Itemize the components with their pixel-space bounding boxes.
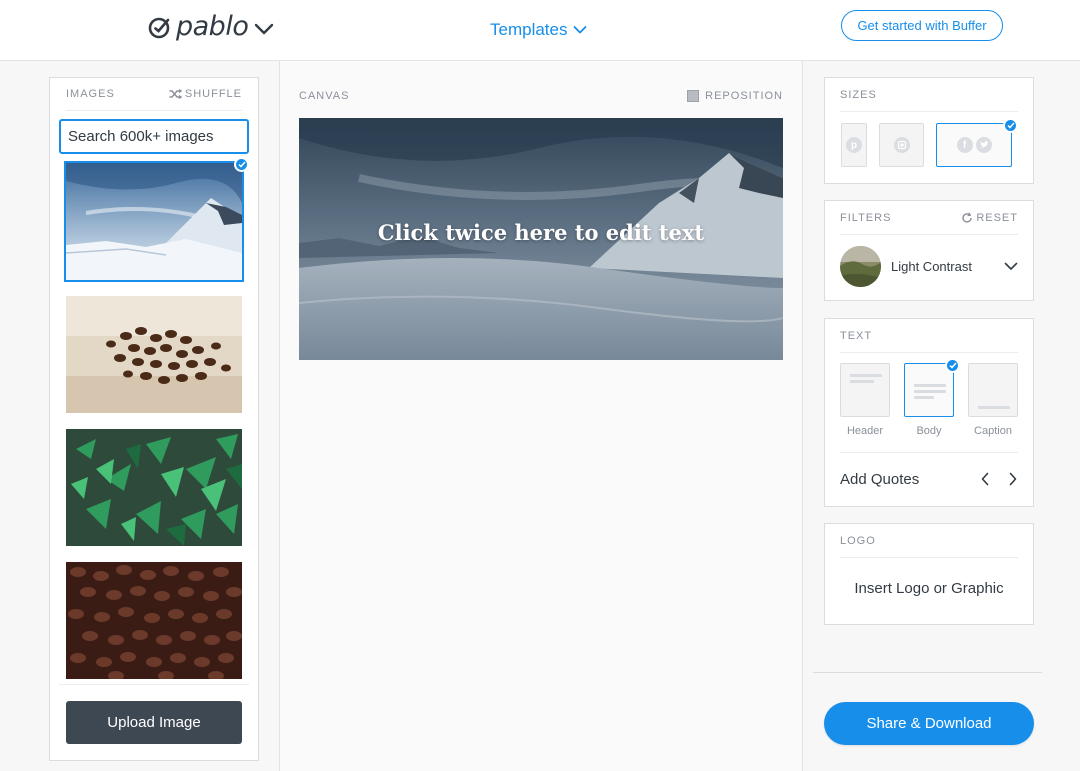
- selected-filter-name: Light Contrast: [891, 258, 972, 274]
- selected-check-icon: [234, 157, 249, 172]
- chevron-down-icon[interactable]: [254, 22, 274, 36]
- sizes-card: SIZES p f: [824, 77, 1034, 184]
- text-option-caption[interactable]: [968, 363, 1018, 417]
- reposition-button[interactable]: REPOSITION: [687, 90, 783, 102]
- image-search-input[interactable]: [68, 128, 267, 145]
- shuffle-icon: [169, 89, 182, 99]
- size-option-facebook-twitter[interactable]: f: [936, 123, 1012, 167]
- twitter-icon: [975, 137, 992, 153]
- images-panel: IMAGES SHUFFLE Search 600k+ images Uploa…: [49, 77, 267, 761]
- image-search-box: [59, 119, 267, 154]
- chevron-down-icon: [1004, 262, 1018, 270]
- filter-preview-thumbnail: [840, 245, 881, 287]
- pablo-logo-icon: [148, 17, 170, 39]
- reposition-label: REPOSITION: [705, 90, 783, 102]
- size-option-pinterest[interactable]: p: [841, 123, 867, 167]
- sizes-header: SIZES: [840, 78, 1018, 112]
- text-option-header-label: Header: [846, 425, 884, 437]
- pablo-logo[interactable]: pablo: [148, 12, 274, 42]
- logo-header: LOGO: [840, 524, 1018, 558]
- canvas-image[interactable]: Click twice here to edit text: [299, 118, 783, 360]
- logo-title: LOGO: [840, 534, 876, 547]
- insert-logo-button[interactable]: Insert Logo or Graphic: [825, 580, 1033, 597]
- reset-icon: [962, 212, 973, 223]
- instagram-icon: [893, 137, 910, 153]
- reposition-icon: [687, 90, 700, 102]
- get-started-button[interactable]: Get started with Buffer: [841, 10, 1003, 41]
- filters-header: FILTERS RESET: [840, 201, 1018, 235]
- text-option-body[interactable]: [904, 363, 954, 417]
- images-column: IMAGES SHUFFLE Search 600k+ images Uploa…: [0, 61, 280, 771]
- text-card: TEXT Header Body Caption Add Quotes: [824, 318, 1034, 507]
- selected-check-icon: [1003, 118, 1018, 133]
- share-download-button[interactable]: Share & Download: [824, 702, 1034, 745]
- images-panel-header: IMAGES SHUFFLE: [66, 78, 242, 111]
- settings-column: SIZES p f FILTERS RESET Light Contrast T…: [802, 61, 1080, 771]
- add-quotes-row: Add Quotes: [840, 467, 1018, 491]
- sizes-title: SIZES: [840, 88, 877, 101]
- logo-text: pablo: [176, 11, 249, 42]
- pinterest-icon: p: [846, 137, 862, 153]
- top-bar: pablo Templates Get started with Buffer: [0, 0, 1080, 61]
- previous-quote-button[interactable]: [980, 472, 990, 486]
- share-divider: [813, 672, 1042, 673]
- reset-label: RESET: [976, 211, 1018, 224]
- logo-card: LOGO Insert Logo or Graphic: [824, 523, 1034, 625]
- image-thumbnail-coffee-beans-closeup[interactable]: [66, 562, 242, 679]
- images-title: IMAGES: [66, 88, 115, 100]
- upload-divider: [59, 684, 249, 685]
- image-thumbnail-green-plants[interactable]: [66, 429, 242, 546]
- add-quotes-label[interactable]: Add Quotes: [840, 471, 919, 488]
- templates-dropdown[interactable]: Templates: [490, 20, 587, 40]
- text-option-header[interactable]: [840, 363, 890, 417]
- image-thumbnail-snowy-mountains[interactable]: [64, 161, 244, 282]
- chevron-down-icon: [574, 26, 587, 34]
- quotes-divider: [840, 452, 1018, 453]
- facebook-icon: f: [956, 137, 973, 153]
- canvas-title: CANVAS: [299, 90, 350, 102]
- text-header: TEXT: [840, 319, 1018, 353]
- next-quote-button[interactable]: [1008, 472, 1018, 486]
- filters-title: FILTERS: [840, 211, 892, 224]
- size-option-instagram[interactable]: [879, 123, 924, 167]
- text-option-body-label: Body: [916, 425, 942, 437]
- templates-label: Templates: [490, 20, 568, 39]
- upload-image-button[interactable]: Upload Image: [66, 701, 242, 744]
- selected-check-icon: [945, 358, 960, 373]
- filter-dropdown[interactable]: Light Contrast: [840, 245, 1018, 287]
- filters-card: FILTERS RESET Light Contrast: [824, 200, 1034, 301]
- canvas-overlay-text[interactable]: Click twice here to edit text: [299, 220, 783, 245]
- canvas-column: CANVAS REPOSITION Click twice here to ed…: [280, 61, 802, 771]
- chevron-right-icon: [1009, 472, 1017, 486]
- reset-filters-button[interactable]: RESET: [961, 212, 1018, 224]
- chevron-left-icon: [981, 472, 989, 486]
- shuffle-label: SHUFFLE: [184, 88, 242, 100]
- text-option-caption-label: Caption: [974, 425, 1012, 437]
- image-thumbnail-coffee-beans-on-wood[interactable]: [66, 296, 242, 413]
- shuffle-button[interactable]: SHUFFLE: [169, 88, 242, 100]
- text-title: TEXT: [840, 329, 873, 342]
